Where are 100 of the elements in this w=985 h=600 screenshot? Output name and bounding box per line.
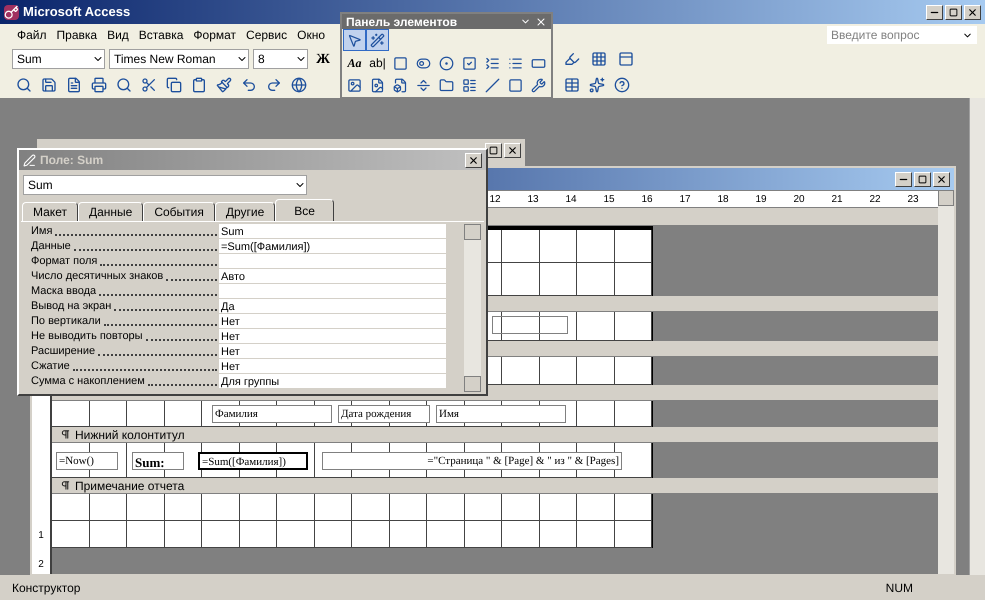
ruler-number: 20 <box>792 192 806 206</box>
frame-icon <box>393 56 408 70</box>
ruler-number: 17 <box>678 192 692 206</box>
property-name: Вывод на экран <box>31 298 112 314</box>
tab[interactable]: Макет <box>22 202 78 221</box>
close-button[interactable] <box>933 172 950 186</box>
menu-item[interactable]: Вид <box>102 26 134 44</box>
tool-button[interactable] <box>366 29 389 52</box>
text-field[interactable]: ="Страница " & [Page] & " из " & [Pages] <box>322 452 622 470</box>
tools-icon <box>531 78 546 94</box>
text-field[interactable]: Фамилия <box>212 405 332 423</box>
property-value[interactable]: =Sum([Фамилия]) <box>219 239 446 254</box>
property-name: Имя <box>31 224 52 238</box>
tab[interactable]: Данные <box>78 202 144 221</box>
text-field[interactable]: Дата рождения <box>338 405 430 423</box>
section-title: Нижний колонтитул <box>75 426 185 444</box>
maximize-button[interactable] <box>945 4 962 20</box>
help-field[interactable]: Введите вопрос <box>827 26 977 44</box>
ruler-number: 2 <box>38 558 44 572</box>
property-value[interactable]: Нет <box>219 344 446 359</box>
section-icon <box>60 429 71 440</box>
close-button[interactable] <box>504 143 521 158</box>
text-field[interactable] <box>492 316 568 334</box>
image-icon <box>347 78 362 94</box>
num-indicator: NUM <box>886 580 913 596</box>
rectangle-icon <box>508 78 523 94</box>
close-icon <box>967 6 978 18</box>
toggle-icon <box>416 56 431 70</box>
menu-item[interactable]: Окно <box>292 26 330 44</box>
ruler-number: 18 <box>716 192 730 206</box>
tab[interactable]: События <box>143 202 215 221</box>
ruler-number: 19 <box>754 192 768 206</box>
property-name: Данные <box>31 238 71 254</box>
property-value[interactable]: Нет <box>219 329 446 344</box>
menu-item[interactable]: Файл <box>12 26 52 44</box>
property-value[interactable]: Sum <box>219 224 446 239</box>
maximize-icon <box>949 8 958 16</box>
ruler-number: 14 <box>564 192 578 206</box>
section-bar[interactable]: Примечание отчета <box>52 478 938 494</box>
section-title: Примечание отчета <box>75 478 184 494</box>
object-combo[interactable]: Sum <box>23 175 307 195</box>
tab[interactable]: Другие <box>214 202 276 221</box>
tab-control-icon <box>439 78 454 94</box>
maximize-button[interactable] <box>914 172 931 186</box>
ruler-number: 13 <box>526 192 540 206</box>
close-icon[interactable] <box>535 16 547 28</box>
close-icon <box>468 154 479 166</box>
maximize-icon <box>918 174 927 184</box>
page-break-icon <box>416 78 431 94</box>
tool-button[interactable] <box>343 29 366 52</box>
ruler-number: 22 <box>868 192 882 206</box>
property-name: Сжатие <box>31 358 70 374</box>
menu-item[interactable]: Вставка <box>134 26 188 44</box>
minimize-button[interactable] <box>926 4 943 20</box>
close-icon <box>507 145 518 156</box>
tool-button[interactable]: Aa <box>343 52 366 74</box>
property-name: Расширение <box>31 344 96 358</box>
ruler-number: 23 <box>906 192 920 206</box>
property-name: Формат поля <box>31 254 98 268</box>
key-icon <box>4 4 19 20</box>
window-title: Панель элементов <box>346 14 458 30</box>
ruler-number: 1 <box>38 529 44 543</box>
menu-item[interactable]: Формат <box>188 26 242 44</box>
property-name: По вертикали <box>31 314 101 328</box>
maximize-icon <box>489 146 498 155</box>
pointer-icon <box>347 32 362 48</box>
tab[interactable]: Все <box>275 199 334 221</box>
line-icon <box>485 78 500 94</box>
close-button[interactable] <box>465 152 482 168</box>
text-field[interactable]: Имя <box>436 405 566 423</box>
property-value[interactable]: Для группы <box>219 374 446 389</box>
property-name: Сумма с накоплением <box>31 374 145 388</box>
ruler-number: 12 <box>488 192 502 206</box>
text-field[interactable]: Sum: <box>132 452 184 470</box>
text-field[interactable]: =Now() <box>56 452 118 470</box>
section-bar[interactable]: Нижний колонтитул <box>52 427 938 443</box>
subform-icon <box>462 78 477 94</box>
ruler-number: 15 <box>602 192 616 206</box>
close-button[interactable] <box>964 4 981 20</box>
combo-icon <box>485 56 500 70</box>
property-value[interactable]: Нет <box>219 359 446 374</box>
text-field[interactable]: =Sum([Фамилия]) <box>198 452 308 470</box>
wand-icon <box>370 32 385 48</box>
ruler-number: 21 <box>830 192 844 206</box>
object-combo[interactable]: Sum <box>12 49 105 69</box>
properties-icon <box>23 154 36 166</box>
ruler-number: 16 <box>640 192 654 206</box>
property-name: Число десятичных знаков <box>31 268 164 284</box>
bold-button[interactable]: Ж <box>312 48 334 70</box>
menu-item[interactable]: Сервис <box>241 26 292 44</box>
property-value[interactable]: Да <box>219 299 446 314</box>
size-combo[interactable]: 8 <box>253 49 308 69</box>
window-title: Microsoft Access <box>23 3 130 22</box>
minimize-button[interactable] <box>895 172 912 186</box>
tool-button[interactable]: ab| <box>366 52 389 74</box>
font-combo[interactable]: Times New Roman <box>109 49 249 69</box>
checkbox-icon <box>462 56 477 70</box>
property-value[interactable]: Нет <box>219 314 446 329</box>
property-value[interactable]: Авто <box>219 269 446 284</box>
menu-item[interactable]: Правка <box>52 26 102 44</box>
